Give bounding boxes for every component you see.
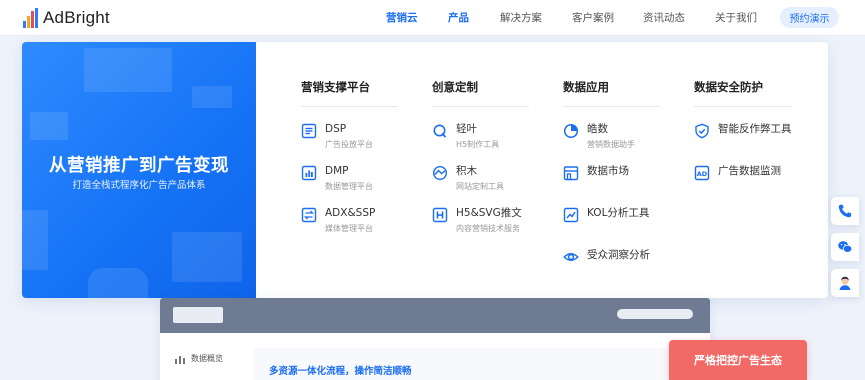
products-dropdown: 从营销推广到广告变现 打造全栈式程序化广告产品体系 营销支撑平台 DSP 广告投… <box>22 42 828 298</box>
bar-chart-icon <box>301 165 317 181</box>
store-icon <box>563 165 579 181</box>
h-box-icon <box>432 207 448 223</box>
nav-about[interactable]: 关于我们 <box>715 10 757 25</box>
nav-marketing-cloud[interactable]: 营销云 <box>386 10 418 25</box>
hero-decor <box>192 86 232 108</box>
menu-item-title: ADX&SSP <box>325 207 376 219</box>
menu-item-data-market[interactable]: 数据市场 <box>563 164 629 181</box>
menu-item-desc: H5制作工具 <box>456 140 500 149</box>
hero-decor <box>22 210 48 270</box>
nav-solutions[interactable]: 解决方案 <box>500 10 542 25</box>
column-heading-data-apps: 数据应用 <box>563 80 609 94</box>
search-q-icon <box>432 123 448 139</box>
customer-service-button[interactable] <box>831 269 859 297</box>
hero-decor <box>172 232 242 282</box>
eye-icon <box>563 249 579 265</box>
menu-item-title: 数据市场 <box>587 165 629 177</box>
menu-item-title: 智能反作弊工具 <box>718 123 792 135</box>
nav-cases[interactable]: 客户案例 <box>572 10 614 25</box>
exchange-icon <box>301 207 317 223</box>
menu-item-desc: 营销数据助手 <box>587 140 635 149</box>
preview-placeholder <box>617 309 693 319</box>
menu-item-adx-ssp[interactable]: ADX&SSP 媒体管理平台 <box>301 206 375 234</box>
preview-panel-text: 多资源一体化流程，操作简洁顺畅 <box>269 366 412 377</box>
hero-decor <box>84 48 172 92</box>
cube-icon <box>432 165 448 181</box>
list-icon <box>301 123 317 139</box>
menu-item-title: DMP <box>325 165 349 177</box>
menu-item-desc: 广告投放平台 <box>325 140 373 149</box>
menu-item-haoshu[interactable]: 皓数 营销数据助手 <box>563 122 635 150</box>
column-heading-creative: 创意定制 <box>432 80 478 94</box>
column-divider <box>694 106 791 107</box>
logo[interactable]: AdBright <box>22 6 110 30</box>
brand-name: AdBright <box>43 8 110 27</box>
adbright-logo-icon <box>23 8 38 28</box>
ad-ecosystem-button[interactable]: 严格把控广告生态 <box>669 340 807 380</box>
menu-item-jimu[interactable]: 积木 网站定制工具 <box>432 164 504 192</box>
menu-item-title: 轻叶 <box>456 123 477 135</box>
menu-item-title: 广告数据监测 <box>718 165 781 177</box>
menu-item-title: 积木 <box>456 165 477 177</box>
column-divider <box>432 106 529 107</box>
hero-subtitle: 打造全栈式程序化广告产品体系 <box>72 180 206 191</box>
menu-item-kol-tool[interactable]: KOL分析工具 <box>563 206 649 223</box>
menu-item-desc: 网站定制工具 <box>456 182 504 191</box>
preview-sidebar-label: 数据概览 <box>191 354 223 363</box>
preview-placeholder <box>173 307 223 323</box>
nav-news[interactable]: 资讯动态 <box>643 10 685 25</box>
hero-banner: 从营销推广到广告变现 打造全栈式程序化广告产品体系 <box>22 42 256 298</box>
preview-header-bar <box>160 298 710 333</box>
column-heading-data-security: 数据安全防护 <box>694 80 763 94</box>
phone-icon <box>838 204 852 218</box>
phone-contact-button[interactable] <box>831 197 859 225</box>
hero-decor <box>88 268 148 298</box>
book-demo-button[interactable]: 预约演示 <box>780 7 839 28</box>
preview-content-panel: 多资源一体化流程，操作简洁顺畅 <box>254 348 674 380</box>
menu-item-title: 受众洞察分析 <box>587 249 650 261</box>
hero-decor <box>30 112 68 140</box>
svg-text:AD: AD <box>697 170 708 178</box>
menu-item-dsp[interactable]: DSP 广告投放平台 <box>301 122 373 150</box>
bar-chart-icon <box>175 356 185 364</box>
menu-item-dmp[interactable]: DMP 数据管理平台 <box>301 164 373 192</box>
menu-item-title: KOL分析工具 <box>587 207 650 219</box>
column-divider <box>301 106 398 107</box>
menu-item-h5-svg[interactable]: H5&SVG推文 内容营销技术服务 <box>432 206 522 234</box>
shield-check-icon <box>694 123 710 139</box>
menu-item-title: 皓数 <box>587 123 608 135</box>
menu-item-title: DSP <box>325 123 347 135</box>
column-divider <box>563 106 660 107</box>
ad-monitor-icon: AD <box>694 165 710 181</box>
menu-item-audience-insight[interactable]: 受众洞察分析 <box>563 248 650 265</box>
wechat-contact-button[interactable] <box>831 233 859 261</box>
agent-avatar-icon <box>839 276 851 290</box>
column-heading-marketing: 营销支撑平台 <box>301 80 370 94</box>
menu-item-title: H5&SVG推文 <box>456 207 522 219</box>
nav-products[interactable]: 产品 <box>448 10 469 25</box>
menu-item-desc: 媒体管理平台 <box>325 224 373 233</box>
hero-title: 从营销推广到广告变现 <box>49 156 229 176</box>
wechat-icon <box>838 241 853 253</box>
menu-item-desc: 数据管理平台 <box>325 182 373 191</box>
top-navigation: AdBright 营销云 产品 解决方案 客户案例 资讯动态 关于我们 预约演示 <box>0 0 865 36</box>
menu-item-ad-monitoring[interactable]: AD 广告数据监测 <box>694 164 781 181</box>
pie-chart-icon <box>563 123 579 139</box>
menu-item-qingye[interactable]: 轻叶 H5制作工具 <box>432 122 499 150</box>
trend-icon <box>563 207 579 223</box>
dashboard-preview: 数据概览 多资源一体化流程，操作简洁顺畅 <box>160 298 710 380</box>
menu-item-desc: 内容营销技术服务 <box>456 224 520 233</box>
menu-item-anti-fraud[interactable]: 智能反作弊工具 <box>694 122 792 139</box>
